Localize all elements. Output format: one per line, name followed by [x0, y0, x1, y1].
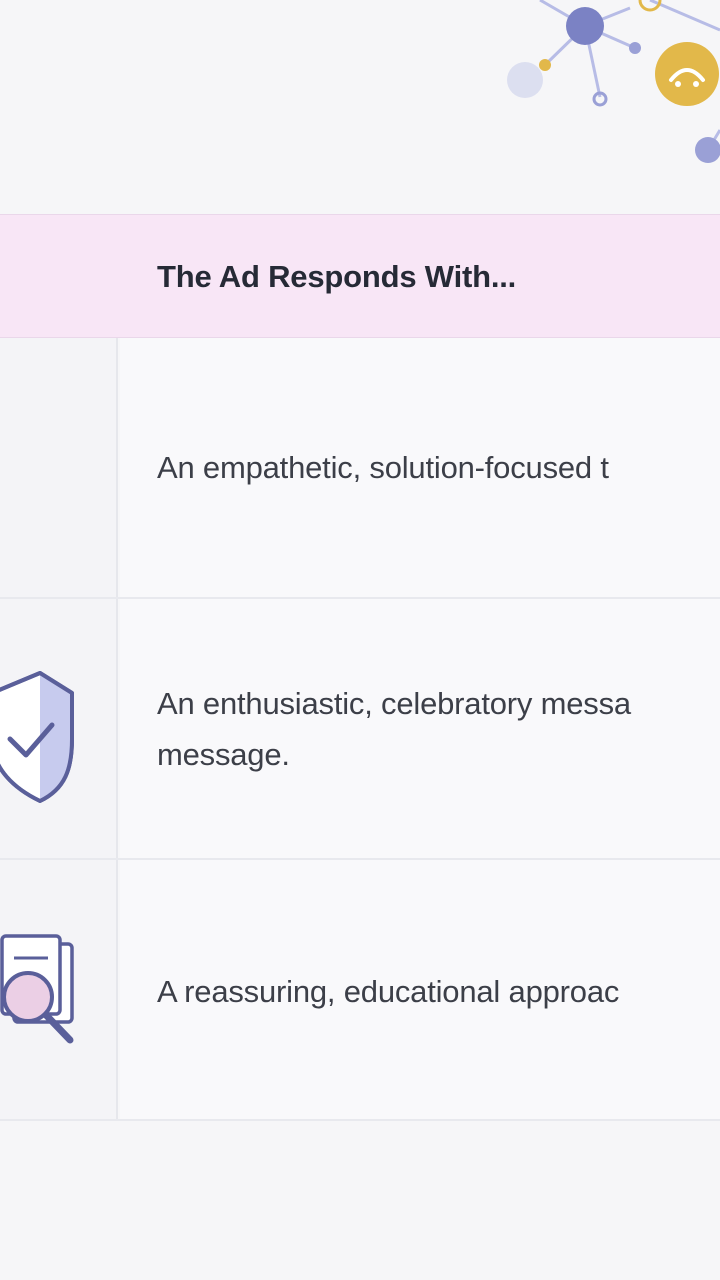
network-decoration	[507, 0, 720, 163]
row-icon-cell	[0, 338, 118, 597]
table-header-row: The Ad Responds With...	[0, 214, 720, 338]
smile-badge-icon	[655, 42, 719, 106]
response-text: An empathetic, solution-focused t	[157, 450, 609, 485]
row-icon-cell	[0, 599, 118, 858]
response-text: A reassuring, educational approac	[157, 974, 620, 1009]
table-row: An enthusiastic, celebratory messa messa…	[0, 599, 720, 860]
row-icon-cell	[0, 860, 118, 1119]
response-text-line-2: message.	[157, 737, 290, 772]
table-row: A reassuring, educational approac	[0, 860, 720, 1121]
table-row: An empathetic, solution-focused t	[0, 338, 720, 599]
document-magnifier-icon	[0, 934, 74, 1044]
response-text-line-1: An enthusiastic, celebratory messa	[157, 686, 631, 721]
response-table: The Ad Responds With... An empathetic, s…	[0, 214, 720, 1124]
network-node-icon	[566, 7, 604, 45]
column-header-ad-responds: The Ad Responds With...	[157, 259, 517, 294]
row-text-cell: An empathetic, solution-focused t	[120, 338, 720, 597]
response-text: An enthusiastic, celebratory messa messa…	[157, 678, 720, 780]
row-text-cell: An enthusiastic, celebratory messa messa…	[120, 599, 720, 858]
row-text-cell: A reassuring, educational approac	[120, 860, 720, 1119]
shield-check-icon	[0, 671, 74, 803]
